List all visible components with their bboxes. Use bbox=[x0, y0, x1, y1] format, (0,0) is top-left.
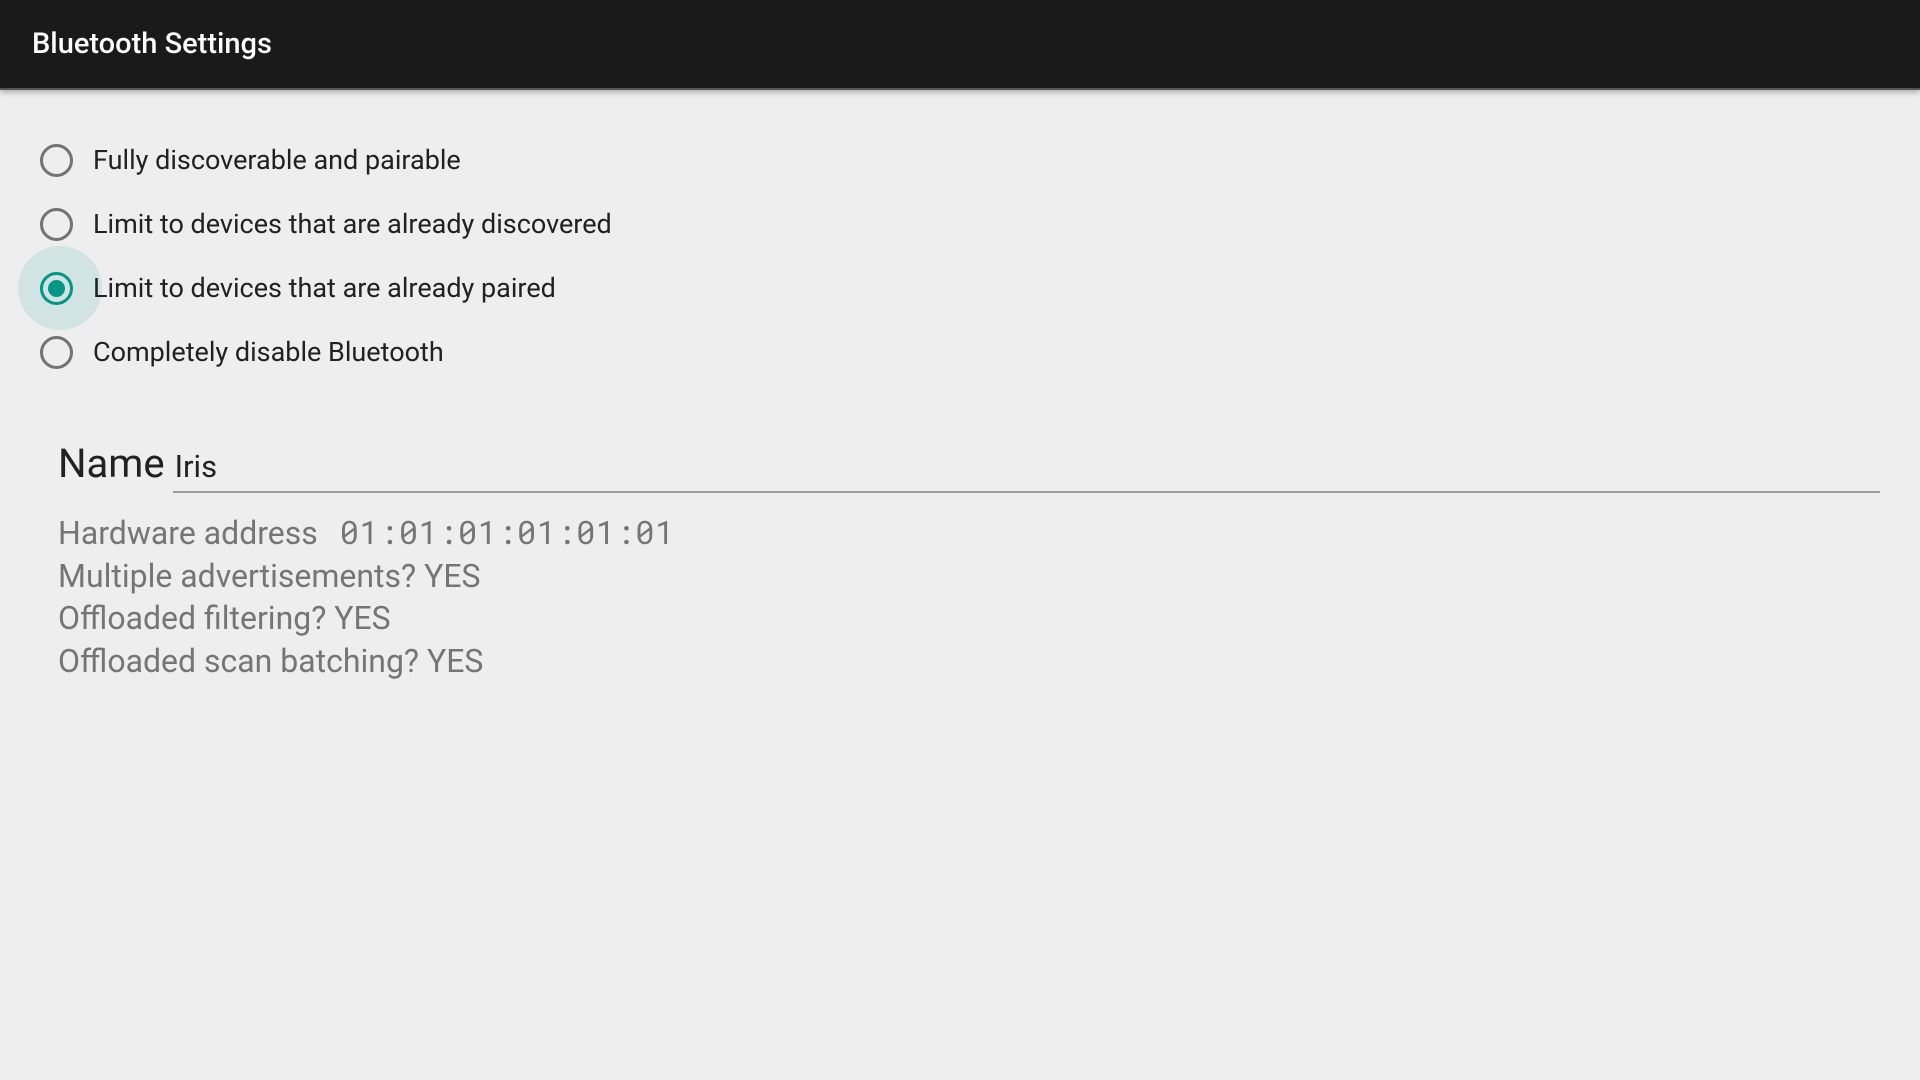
offloaded-scan-batching-value: YES bbox=[427, 642, 483, 680]
hardware-address-label: Hardware address bbox=[58, 514, 318, 552]
multiple-advertisements-value: YES bbox=[424, 557, 480, 595]
radio-label: Limit to devices that are already discov… bbox=[93, 208, 612, 240]
content-area: Fully discoverable and pairable Limit to… bbox=[0, 90, 1920, 720]
app-header: Bluetooth Settings bbox=[0, 0, 1920, 90]
offloaded-scan-batching-label: Offloaded scan batching? bbox=[58, 642, 427, 680]
bluetooth-mode-radio-group: Fully discoverable and pairable Limit to… bbox=[40, 128, 1880, 384]
page-title: Bluetooth Settings bbox=[32, 27, 272, 61]
offloaded-filtering-label: Offloaded filtering? bbox=[58, 599, 334, 637]
offloaded-scan-batching-row: Offloaded scan batching? YES bbox=[58, 640, 1880, 683]
device-name-input[interactable] bbox=[173, 444, 1880, 493]
radio-label: Limit to devices that are already paired bbox=[93, 272, 556, 304]
radio-inner-dot-icon bbox=[48, 280, 65, 297]
radio-label: Fully discoverable and pairable bbox=[93, 144, 461, 176]
radio-button-icon bbox=[40, 336, 73, 369]
hardware-address-value: 01:01:01:01:01:01 bbox=[340, 510, 675, 553]
radio-limit-paired[interactable]: Limit to devices that are already paired bbox=[40, 256, 1880, 320]
radio-button-icon bbox=[40, 272, 73, 305]
offloaded-filtering-value: YES bbox=[334, 599, 390, 637]
radio-button-icon bbox=[40, 208, 73, 241]
offloaded-filtering-row: Offloaded filtering? YES bbox=[58, 597, 1880, 640]
radio-limit-discovered[interactable]: Limit to devices that are already discov… bbox=[40, 192, 1880, 256]
multiple-advertisements-row: Multiple advertisements? YES bbox=[58, 555, 1880, 598]
radio-disable-bluetooth[interactable]: Completely disable Bluetooth bbox=[40, 320, 1880, 384]
radio-label: Completely disable Bluetooth bbox=[93, 336, 444, 368]
device-info-section: Hardware address 01:01:01:01:01:01 Multi… bbox=[40, 511, 1880, 682]
radio-fully-discoverable[interactable]: Fully discoverable and pairable bbox=[40, 128, 1880, 192]
name-label: Name bbox=[58, 440, 165, 487]
device-name-section: Name bbox=[40, 440, 1880, 493]
hardware-address-row: Hardware address 01:01:01:01:01:01 bbox=[58, 511, 1880, 555]
multiple-advertisements-label: Multiple advertisements? bbox=[58, 557, 424, 595]
radio-button-icon bbox=[40, 144, 73, 177]
